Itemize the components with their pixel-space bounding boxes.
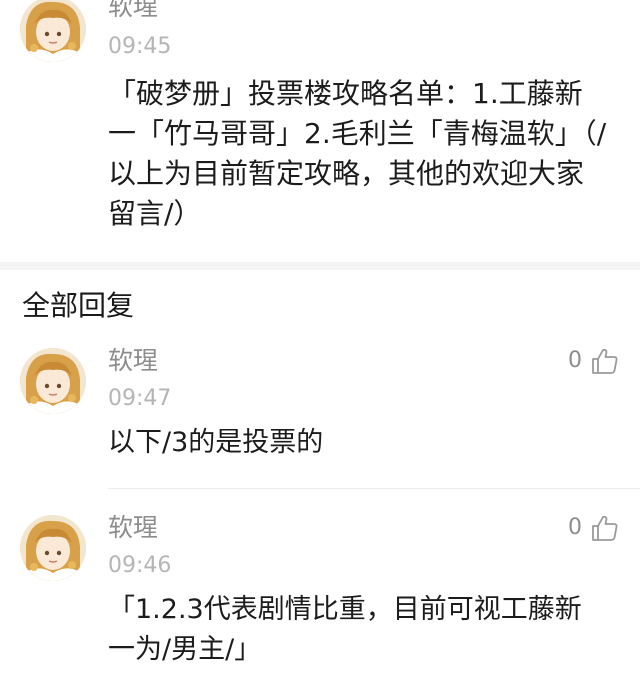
reply-separator [108,488,640,489]
thumbs-up-icon [592,348,618,374]
post-text: 「破梦册」投票楼攻略名单：1.工藤新一「竹马哥哥」2.毛利兰「青梅温软」（/以上… [108,77,607,230]
reply-text: 以下/3的是投票的 [108,427,324,458]
post-author[interactable]: 软瑆 [108,0,158,22]
anime-avatar-icon [20,0,86,62]
reply-time: 09:46 [108,553,172,578]
like-button[interactable]: 0 [568,344,620,378]
reply-text: 「1.2.3代表剧情比重，目前可视工藤新一为/男主/」 [108,594,582,665]
main-post: 软瑆 09:45 「破梦册」投票楼攻略名单：1.工藤新一「竹马哥哥」2.毛利兰「… [0,0,640,262]
reply-author[interactable]: 软瑆 [108,346,158,376]
avatar[interactable] [20,0,86,62]
post-time: 09:45 [108,34,172,59]
thumbs-up-icon [592,515,618,541]
avatar[interactable] [20,348,86,414]
like-count: 0 [568,515,582,540]
reply-author[interactable]: 软瑆 [108,513,158,543]
section-divider [0,262,640,270]
anime-avatar-icon [20,515,86,581]
anime-avatar-icon [20,348,86,414]
like-button[interactable]: 0 [568,511,620,545]
avatar[interactable] [20,515,86,581]
reply-time: 09:47 [108,386,172,411]
all-replies-title: 全部回复 [22,289,135,322]
like-count: 0 [568,348,582,373]
